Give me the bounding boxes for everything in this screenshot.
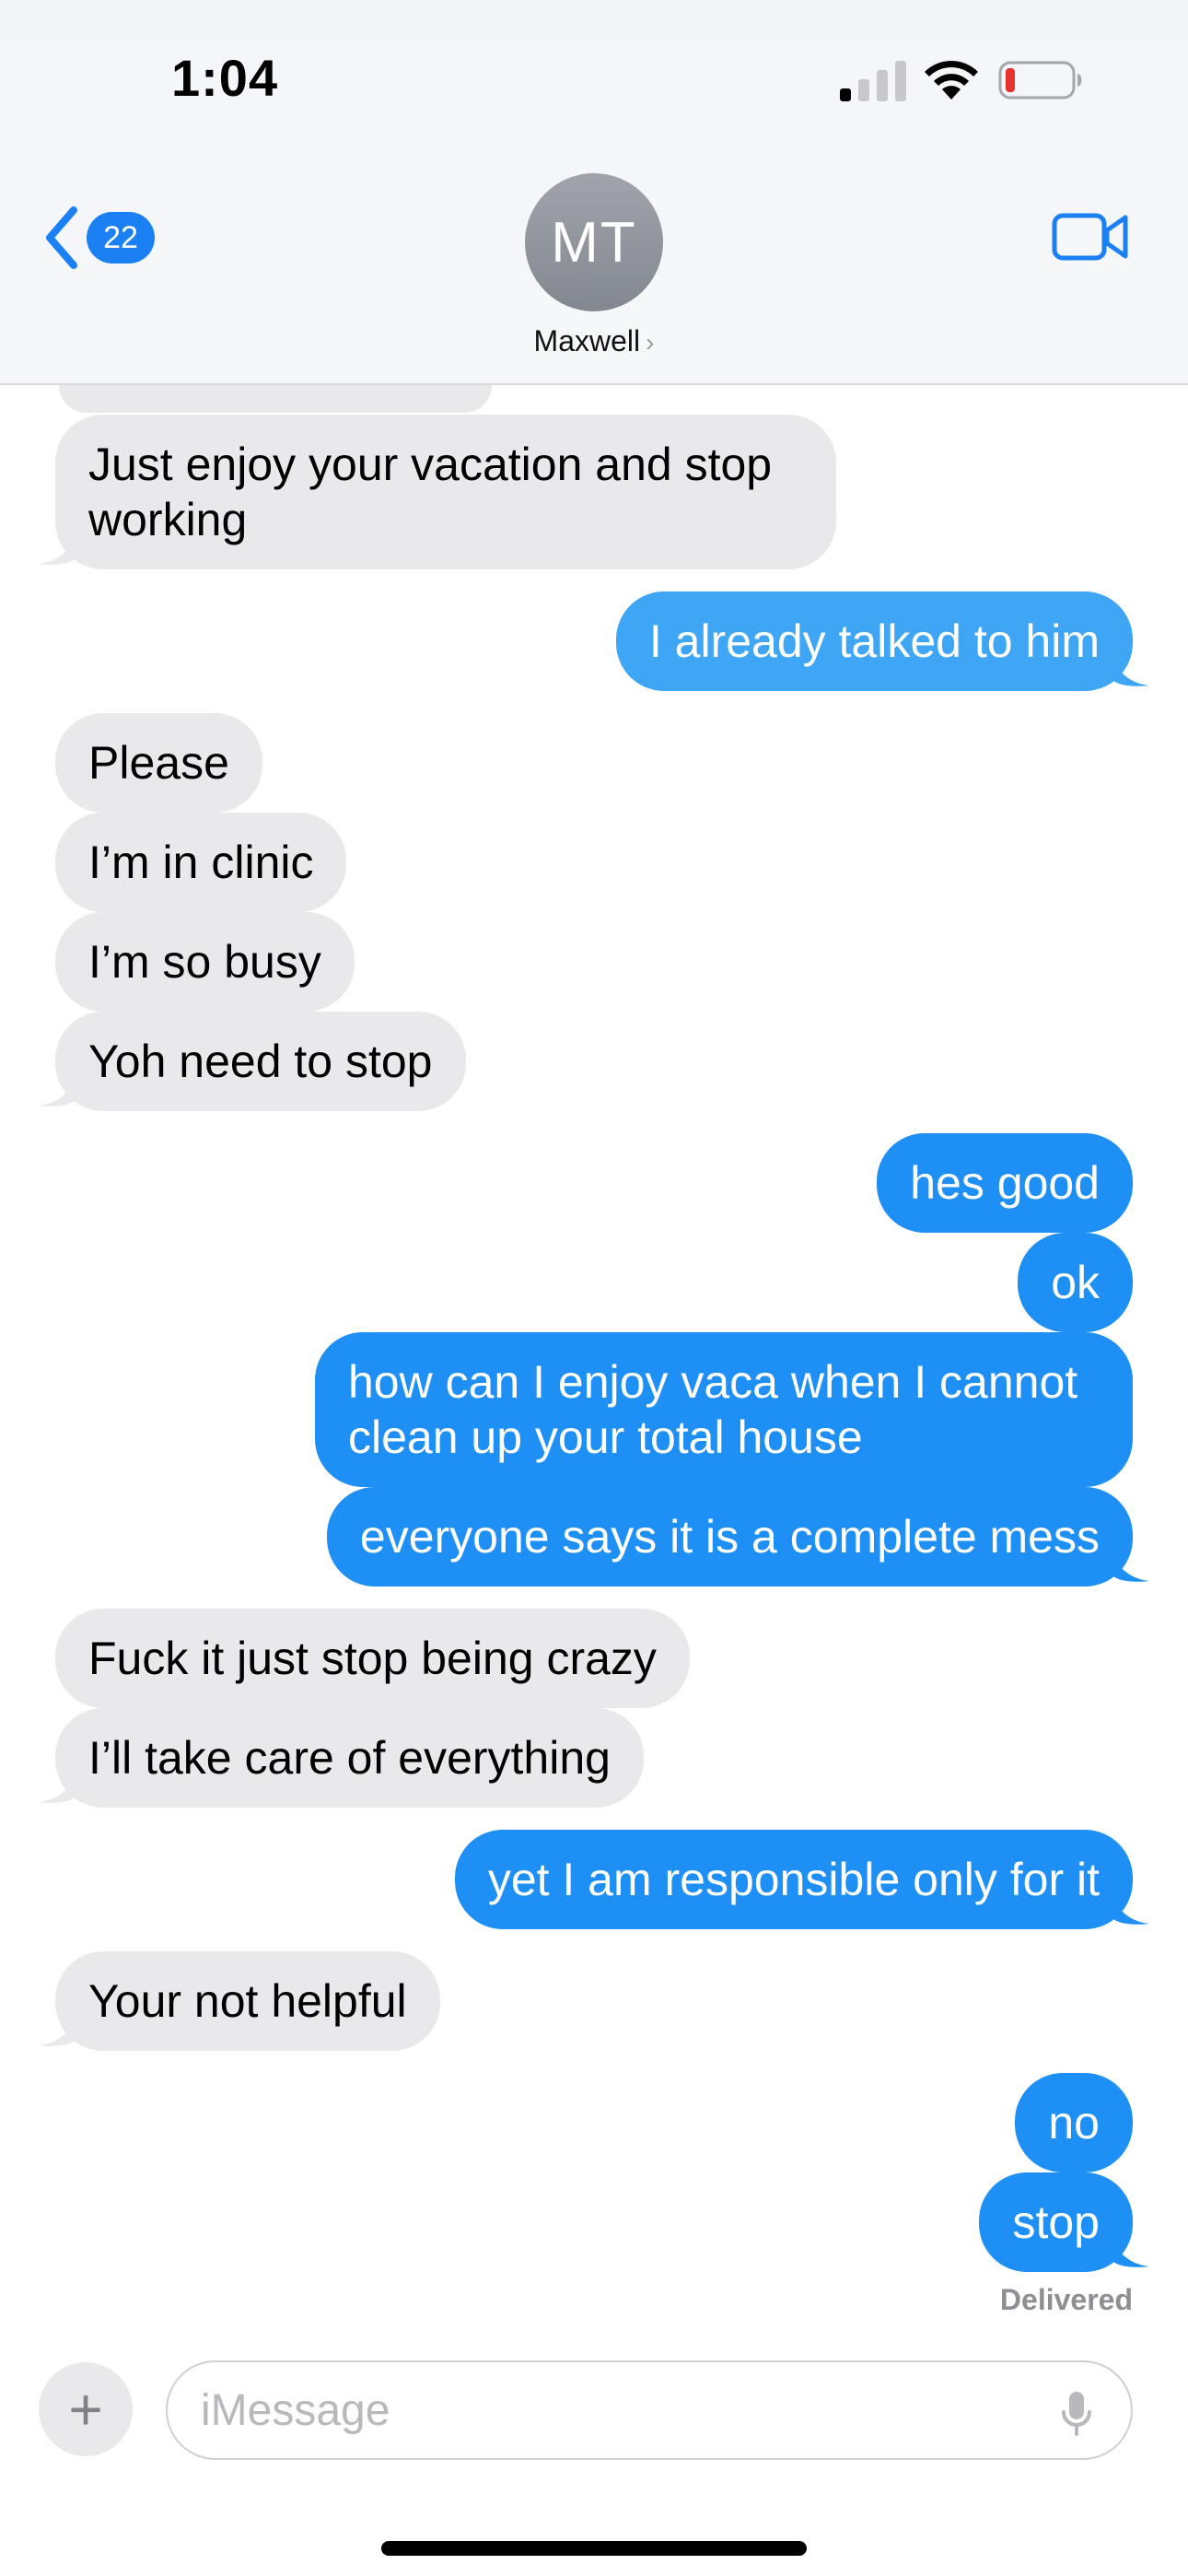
outgoing-tail-icon bbox=[1112, 2235, 1149, 2267]
contact-name-button[interactable]: Maxwell › bbox=[0, 324, 1188, 358]
message-bubble-incoming[interactable]: Fuck it just stop being crazy bbox=[55, 1609, 690, 1708]
message-input-field[interactable] bbox=[166, 2360, 1133, 2460]
partial-incoming-bubble bbox=[59, 385, 492, 413]
message-bubble-outgoing[interactable]: everyone says it is a complete mess bbox=[326, 1487, 1133, 1587]
unread-count-badge: 22 bbox=[87, 212, 155, 263]
cellular-signal-icon bbox=[840, 61, 906, 101]
message-bubble-outgoing[interactable]: how can I enjoy vaca when I cannot clean… bbox=[315, 1332, 1133, 1487]
message-bubble-outgoing[interactable]: stop bbox=[979, 2172, 1133, 2272]
incoming-tail-icon bbox=[39, 1074, 76, 1107]
battery-low-icon bbox=[998, 61, 1082, 100]
outgoing-tail-icon bbox=[1112, 1892, 1149, 1925]
delivery-status: Delivered bbox=[999, 2283, 1133, 2316]
message-bubble-outgoing[interactable]: ok bbox=[1018, 1233, 1133, 1332]
incoming-tail-icon bbox=[39, 2014, 76, 2046]
message-bubble-outgoing[interactable]: I already talked to him bbox=[615, 591, 1133, 691]
message-bubble-outgoing[interactable]: yet I am responsible only for it bbox=[454, 1830, 1133, 1929]
home-indicator[interactable] bbox=[381, 2541, 807, 2556]
incoming-tail-icon bbox=[39, 533, 76, 565]
message-bubble-incoming[interactable]: Yoh need to stop bbox=[55, 1012, 466, 1111]
outgoing-tail-icon bbox=[1112, 1550, 1149, 1582]
plus-icon: + bbox=[68, 2376, 103, 2442]
message-bubble-outgoing[interactable]: no bbox=[1015, 2073, 1133, 2172]
message-bubble-incoming[interactable]: I’ll take care of everything bbox=[55, 1708, 644, 1808]
message-input[interactable] bbox=[201, 2384, 1030, 2436]
message-bubble-incoming[interactable]: Please bbox=[55, 713, 262, 813]
microphone-icon[interactable] bbox=[1061, 2390, 1092, 2438]
video-call-icon[interactable] bbox=[1052, 210, 1129, 263]
message-bubble-incoming[interactable]: Just enjoy your vacation and stop workin… bbox=[55, 415, 836, 569]
status-time: 1:04 bbox=[171, 49, 279, 107]
message-bubble-incoming[interactable]: I’m in clinic bbox=[55, 813, 347, 912]
back-button[interactable]: 22 bbox=[41, 203, 155, 273]
outgoing-tail-icon bbox=[1112, 654, 1149, 686]
incoming-tail-icon bbox=[39, 1771, 76, 1803]
contact-name: Maxwell bbox=[533, 324, 641, 357]
message-bubble-incoming[interactable]: Your not helpful bbox=[55, 1951, 440, 2051]
message-bubble-outgoing[interactable]: hes good bbox=[877, 1133, 1133, 1233]
chevron-left-icon bbox=[46, 206, 77, 269]
apps-plus-button[interactable]: + bbox=[39, 2362, 133, 2456]
chevron-right-icon: › bbox=[646, 328, 655, 357]
conversation-header: 1:04 22 MT Maxwell › bbox=[0, 0, 1188, 385]
contact-avatar[interactable]: MT bbox=[525, 173, 663, 311]
message-bubble-incoming[interactable]: I’m so busy bbox=[55, 912, 355, 1012]
wifi-icon bbox=[925, 60, 978, 100]
